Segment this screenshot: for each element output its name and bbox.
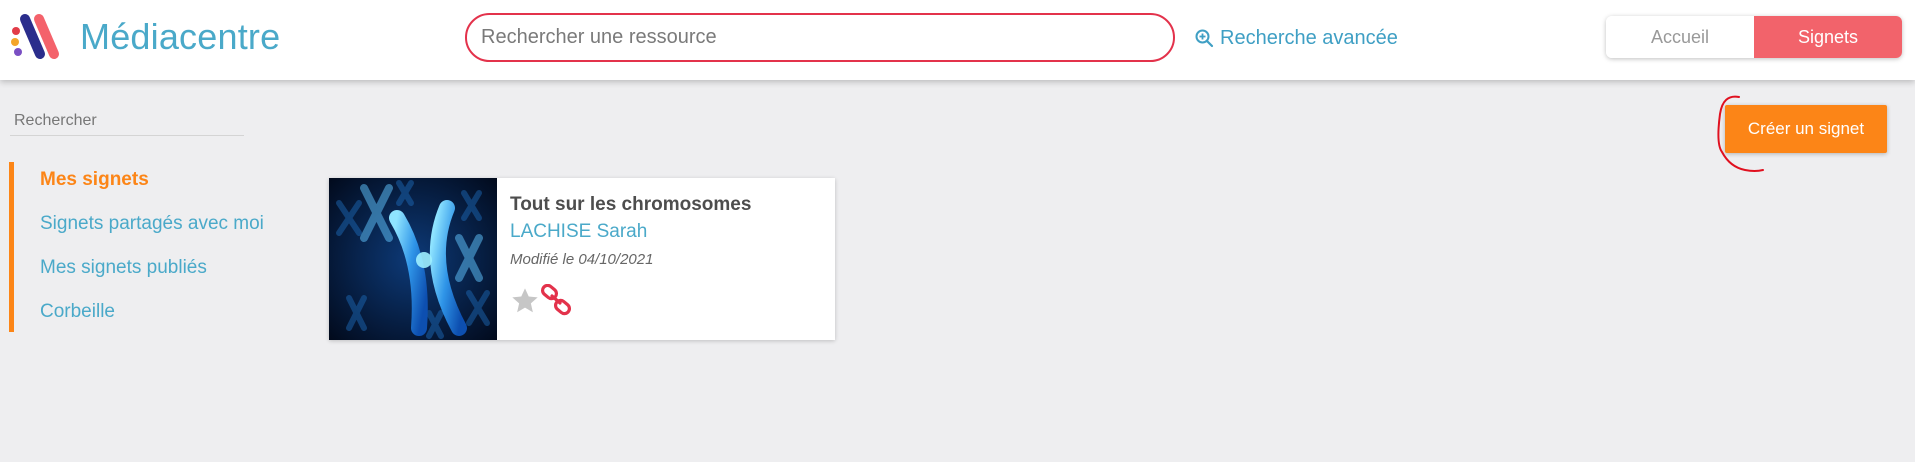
chromosome-image[interactable]	[329, 178, 497, 340]
sidebar-item-trash[interactable]: Corbeille	[40, 301, 115, 323]
bookmark-title[interactable]: Tout sur les chromosomes	[510, 194, 751, 216]
nav-bookmarks-button[interactable]: Signets	[1754, 16, 1902, 58]
bookmark-card[interactable]: Tout sur les chromosomes LACHISE Sarah M…	[329, 178, 835, 340]
main-nav-toggle: Accueil Signets	[1606, 16, 1902, 58]
star-icon[interactable]	[509, 285, 541, 317]
sidebar-item-shared-with-me[interactable]: Signets partagés avec moi	[40, 213, 264, 235]
sidebar-search-field[interactable]	[10, 108, 244, 136]
zoom-plus-icon	[1195, 29, 1214, 48]
advanced-search-link[interactable]: Recherche avancée	[1194, 24, 1398, 52]
top-header: Médiacentre Recherche avancée Accueil Si…	[0, 0, 1915, 80]
bookmark-author[interactable]: LACHISE Sarah	[510, 221, 647, 243]
sidebar-item-my-bookmarks[interactable]: Mes signets	[40, 169, 149, 191]
mediacentre-logo-icon[interactable]	[9, 11, 69, 63]
app-title[interactable]: Médiacentre	[80, 16, 280, 58]
resource-search-box[interactable]	[465, 13, 1175, 62]
nav-home-button[interactable]: Accueil	[1606, 16, 1754, 58]
sidebar-nav: Mes signets Signets partagés avec moi Me…	[9, 162, 309, 332]
create-bookmark-button[interactable]: Créer un signet	[1725, 105, 1887, 153]
bookmark-modified-date: Modifié le 04/10/2021	[510, 251, 654, 268]
sidebar-item-published[interactable]: Mes signets publiés	[40, 257, 207, 279]
link-icon[interactable]	[540, 284, 574, 318]
advanced-search-label: Recherche avancée	[1220, 26, 1398, 49]
resource-search-input[interactable]	[481, 15, 1161, 60]
sidebar-search-input[interactable]	[10, 108, 244, 134]
